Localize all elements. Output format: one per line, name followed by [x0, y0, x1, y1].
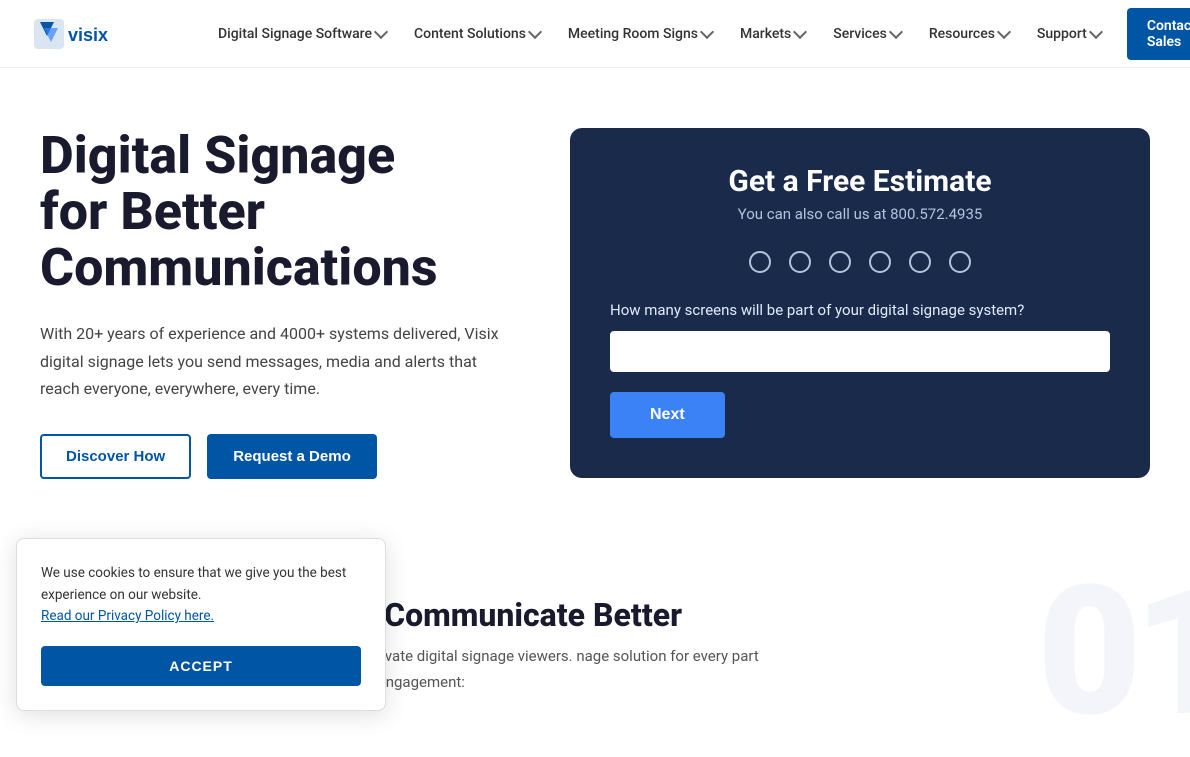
estimate-card: Get a Free Estimate You can also call us…: [570, 128, 1150, 478]
background-decoration-text: 01: [1037, 546, 1190, 757]
nav-item-content-solutions[interactable]: Content Solutions: [400, 18, 554, 50]
svg-text:visix: visix: [68, 25, 108, 45]
progress-dot-1: [749, 251, 771, 273]
cookie-banner: We use cookies to ensure that we give yo…: [16, 538, 386, 711]
chevron-down-icon: [374, 25, 388, 39]
request-demo-button[interactable]: Request a Demo: [207, 434, 377, 479]
hero-description: With 20+ years of experience and 4000+ s…: [40, 320, 500, 402]
cookie-accept-button[interactable]: ACCEPT: [41, 646, 361, 686]
cookie-text: We use cookies to ensure that we give yo…: [41, 563, 361, 628]
progress-dot-5: [909, 251, 931, 273]
chevron-down-icon: [997, 25, 1011, 39]
nav-item-meeting-room-signs[interactable]: Meeting Room Signs: [554, 18, 726, 50]
chevron-down-icon: [700, 25, 714, 39]
contact-sales-button[interactable]: Contact Sales: [1127, 8, 1190, 60]
logo[interactable]: visix: [32, 14, 172, 54]
progress-dot-6: [949, 251, 971, 273]
chevron-down-icon: [793, 25, 807, 39]
estimate-title: Get a Free Estimate: [610, 164, 1110, 199]
nav-links: Digital Signage Software Content Solutio…: [204, 8, 1190, 60]
next-button[interactable]: Next: [610, 392, 725, 438]
nav-item-services[interactable]: Services: [819, 18, 915, 50]
discover-how-button[interactable]: Discover How: [40, 434, 191, 479]
nav-item-digital-signage-software[interactable]: Digital Signage Software: [204, 18, 400, 50]
estimate-question: How many screens will be part of your di…: [610, 301, 1110, 319]
progress-dot-3: [829, 251, 851, 273]
nav-item-support[interactable]: Support: [1023, 18, 1115, 50]
nav-item-resources[interactable]: Resources: [915, 18, 1023, 50]
progress-dot-2: [789, 251, 811, 273]
hero-title: Digital Signage for Better Communication…: [40, 128, 530, 296]
progress-dot-4: [869, 251, 891, 273]
privacy-policy-link[interactable]: Read our Privacy Policy here.: [41, 608, 214, 624]
hero-section: Digital Signage for Better Communication…: [0, 68, 1190, 548]
screens-count-input[interactable]: [610, 331, 1110, 372]
hero-left: Digital Signage for Better Communication…: [40, 128, 530, 479]
main-nav: visix Digital Signage Software Content S…: [0, 0, 1190, 68]
hero-buttons: Discover How Request a Demo: [40, 434, 530, 479]
chevron-down-icon: [1089, 25, 1103, 39]
chevron-down-icon: [889, 25, 903, 39]
nav-item-markets[interactable]: Markets: [726, 18, 819, 50]
chevron-down-icon: [528, 25, 542, 39]
estimate-progress-dots: [610, 251, 1110, 273]
estimate-subtitle: You can also call us at 800.572.4935: [610, 205, 1110, 223]
